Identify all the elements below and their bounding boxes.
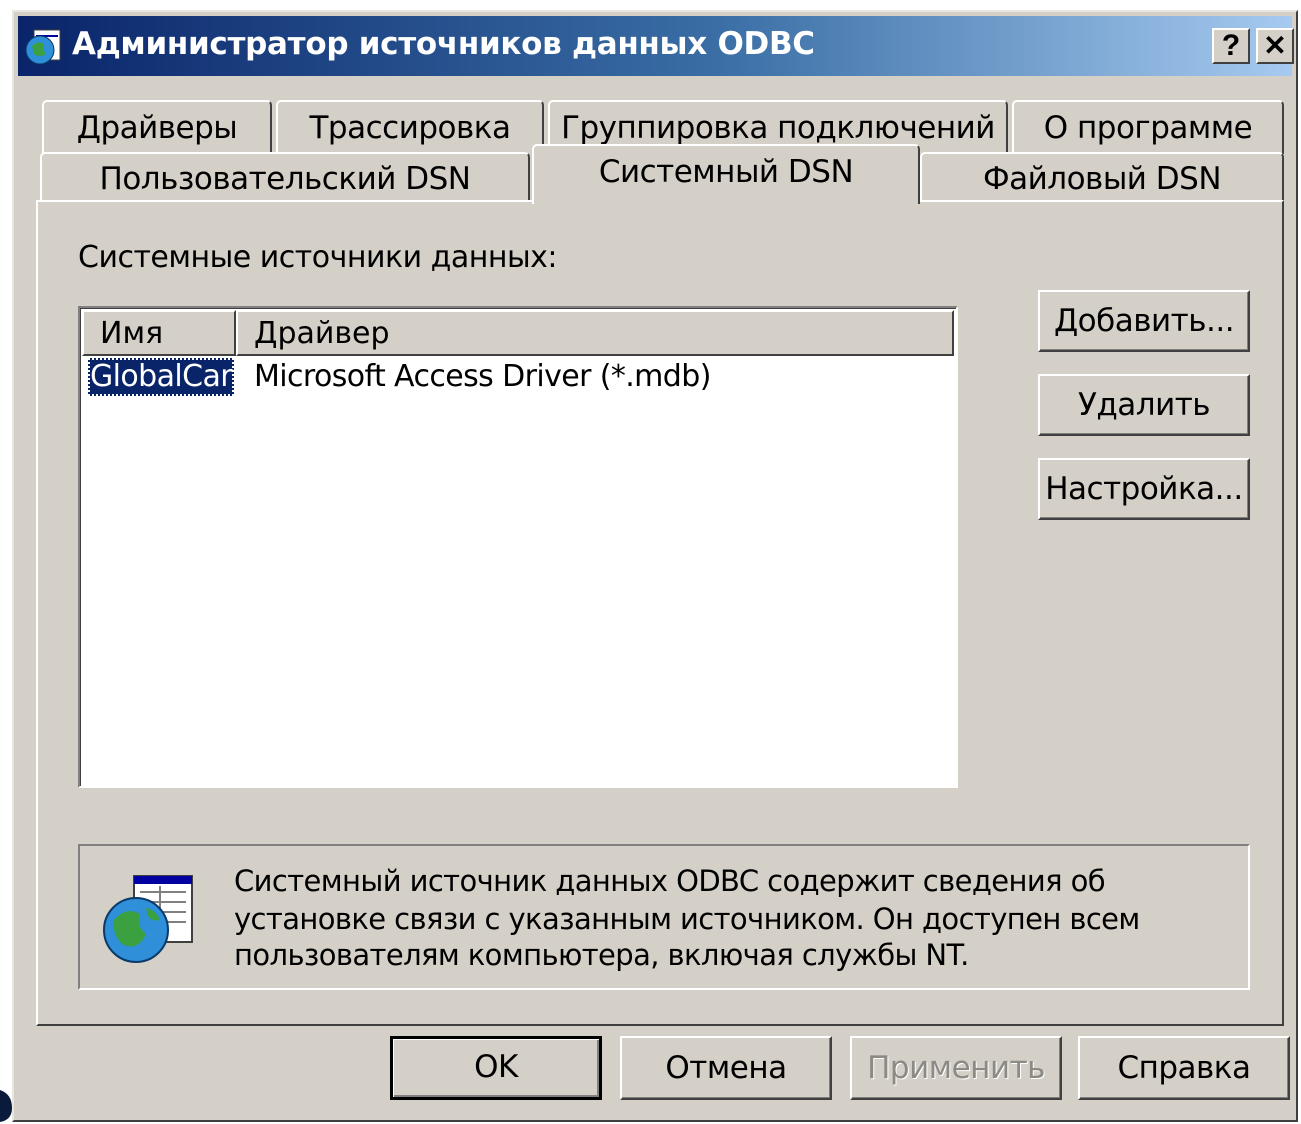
ok-button[interactable]: OK [390, 1036, 602, 1100]
column-header-name[interactable]: Имя [82, 310, 236, 356]
column-header-driver[interactable]: Драйвер [236, 310, 954, 356]
cancel-button[interactable]: Отмена [620, 1036, 832, 1100]
add-button[interactable]: Добавить... [1038, 290, 1250, 352]
odbc-dialog: Администратор источников данных ODBC ? ✕… [12, 10, 1298, 1122]
dsn-list-label: Системные источники данных: [78, 240, 558, 275]
apply-button[interactable]: Применить [850, 1036, 1062, 1100]
dsn-name-cell[interactable]: GlobalCar [88, 358, 234, 396]
info-text-line: пользователям компьютера, включая службы… [234, 938, 969, 972]
help-button[interactable]: Справка [1078, 1036, 1290, 1100]
info-box: Системный источник данных ODBC содержит … [78, 844, 1250, 990]
dsn-listview[interactable]: Имя Драйвер GlobalCar Microsoft Access D… [78, 306, 958, 788]
background-shape [0, 1090, 12, 1122]
info-text-line: Системный источник данных ODBC содержит … [234, 864, 1106, 898]
database-globe-icon [103, 875, 193, 963]
info-text-line: установке связи с указанным источником. … [234, 902, 1140, 936]
remove-button[interactable]: Удалить [1038, 374, 1250, 436]
configure-button[interactable]: Настройка... [1038, 458, 1250, 520]
dsn-driver-cell[interactable]: Microsoft Access Driver (*.mdb) [254, 358, 711, 396]
